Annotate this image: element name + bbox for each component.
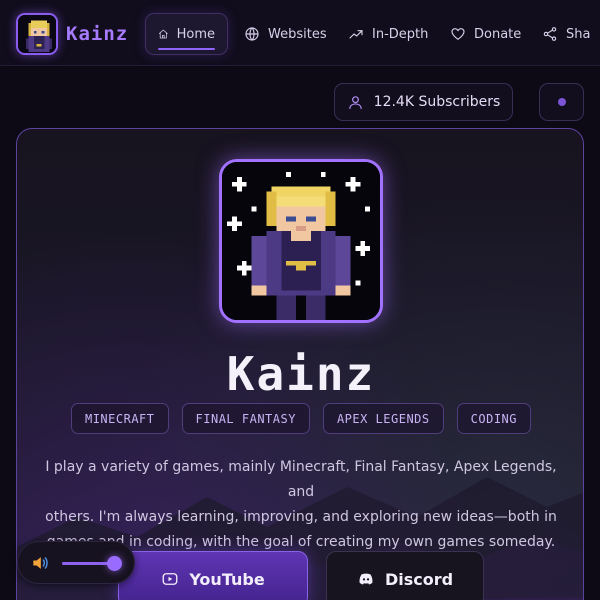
nav-donate-label: Donate: [474, 26, 522, 42]
tag-list: MINECRAFT FINAL FANTASY APEX LEGENDS COD…: [17, 403, 583, 434]
discord-button-label: Discord: [384, 569, 454, 589]
nav-home-label: Home: [176, 26, 215, 42]
profile-card: Kainz MINECRAFT FINAL FANTASY APEX LEGEN…: [16, 128, 584, 600]
bio-line: I play a variety of games, mainly Minecr…: [45, 459, 557, 500]
tag-final-fantasy[interactable]: FINAL FANTASY: [181, 403, 310, 434]
trend-icon: [349, 30, 363, 39]
youtube-icon: [162, 573, 178, 585]
audio-player: [17, 541, 135, 584]
bio-line: others. I'm always learning, improving, …: [45, 509, 557, 525]
profile-avatar: [219, 159, 383, 323]
profile-bio: I play a variety of games, mainly Minecr…: [35, 455, 567, 555]
brand[interactable]: Kainz: [16, 13, 128, 55]
tag-apex-legends[interactable]: APEX LEGENDS: [322, 403, 444, 434]
nav-websites[interactable]: Websites: [232, 13, 339, 55]
discord-icon: [359, 573, 373, 585]
tag-minecraft[interactable]: MINECRAFT: [70, 403, 169, 434]
youtube-button[interactable]: YouTube: [118, 551, 308, 600]
top-navbar: Kainz Home Websites In-Depth Donate Sha: [0, 0, 600, 66]
youtube-button-label: YouTube: [189, 569, 265, 589]
discord-button[interactable]: Discord: [326, 551, 484, 600]
status-indicator[interactable]: [539, 83, 584, 121]
volume-slider-thumb[interactable]: [107, 556, 123, 571]
brand-name: Kainz: [66, 23, 129, 45]
nav-in-depth[interactable]: In-Depth: [336, 13, 440, 55]
nav-share[interactable]: Sha: [530, 13, 600, 55]
subscriber-count-label: 12.4K Subscribers: [373, 94, 501, 110]
globe-icon: [245, 27, 259, 41]
volume-slider[interactable]: [62, 556, 123, 571]
heart-icon: [451, 28, 465, 40]
user-icon: [348, 95, 362, 109]
nav-donate[interactable]: Donate: [438, 13, 533, 55]
share-icon: [543, 27, 557, 41]
nav-home[interactable]: Home: [145, 13, 228, 55]
nav-websites-label: Websites: [268, 26, 327, 42]
nav-share-label: Sha: [566, 26, 591, 42]
brand-logo: [16, 13, 58, 55]
tag-coding[interactable]: CODING: [456, 403, 531, 434]
nav-in-depth-label: In-Depth: [372, 26, 429, 42]
profile-name: Kainz: [226, 347, 376, 401]
subscriber-count: 12.4K Subscribers: [334, 83, 513, 121]
status-dot: [557, 98, 566, 106]
home-icon: [158, 29, 168, 39]
volume-icon[interactable]: [30, 553, 50, 573]
